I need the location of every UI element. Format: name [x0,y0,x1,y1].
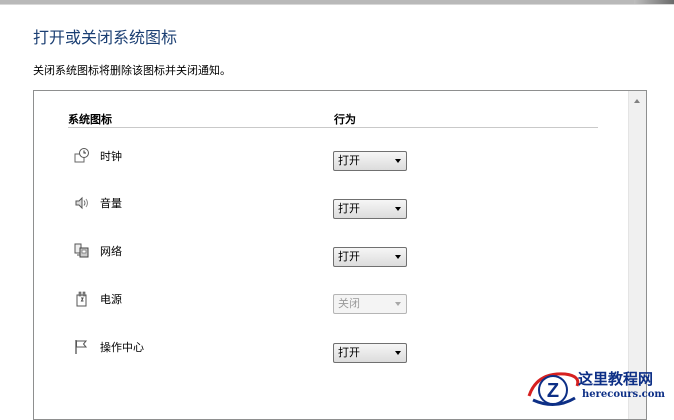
action-center-flag-icon [75,340,88,354]
volume-behavior-value: 打开 [338,202,360,215]
page-title: 打开或关闭系统图标 [33,28,178,47]
chevron-down-icon [395,302,401,306]
power-behavior-select: 关闭 [333,294,407,314]
network-behavior-value: 打开 [338,250,360,263]
watermark-url: herecours.com [582,389,666,400]
clock-behavior-select[interactable]: 打开 [333,151,407,171]
power-behavior-value: 关闭 [338,297,360,310]
volume-icon [75,196,88,210]
power-icon [76,291,87,307]
row-label-power: 电源 [100,293,122,306]
scroll-up-arrow-icon[interactable] [634,99,640,103]
clock-icon [74,148,89,163]
network-behavior-select[interactable]: 打开 [333,247,407,267]
chevron-down-icon [395,207,401,211]
network-icon [74,243,89,258]
watermark-title: 这里教程网 [578,370,654,388]
chevron-down-icon [395,159,401,163]
clock-behavior-value: 打开 [338,154,360,167]
row-label-network: 网络 [100,245,122,258]
column-header-behavior: 行为 [334,113,356,126]
window-top-edge-shade [634,0,674,4]
chevron-down-icon [395,255,401,259]
header-divider [68,127,598,128]
row-label-volume: 音量 [100,197,122,210]
row-label-clock: 时钟 [100,150,122,163]
action-center-behavior-value: 打开 [338,346,360,359]
scrollbar-track[interactable] [631,113,643,353]
column-header-icon: 系统图标 [68,113,112,126]
watermark-logo-letter: Z [547,380,559,402]
action-center-behavior-select[interactable]: 打开 [333,343,407,363]
volume-behavior-select[interactable]: 打开 [333,199,407,219]
window-top-edge [0,0,674,5]
page-description: 关闭系统图标将删除该图标并关闭通知。 [33,64,231,77]
chevron-down-icon [395,351,401,355]
row-label-action-center: 操作中心 [100,341,144,354]
